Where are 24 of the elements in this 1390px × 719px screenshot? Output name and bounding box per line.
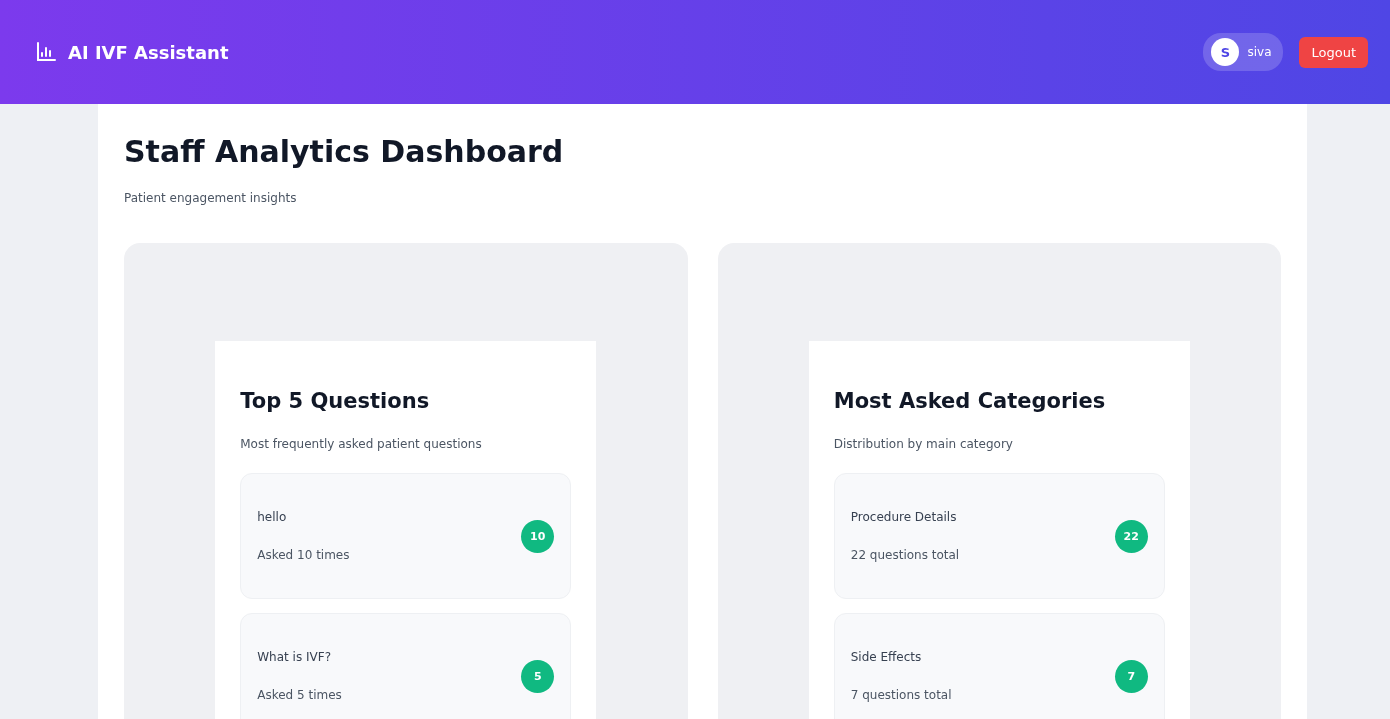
item-detail: 7 questions total <box>850 688 952 702</box>
card-subtitle: Distribution by main category <box>833 437 1014 451</box>
count-badge: 5 <box>521 659 555 693</box>
card-title: Top 5 Questions <box>240 389 431 413</box>
count-badge: 22 <box>1114 519 1148 553</box>
app-title: AI IVF Assistant <box>68 41 229 63</box>
bar-chart-icon <box>36 42 56 62</box>
card-subtitle: Most frequently asked patient questions <box>240 437 483 451</box>
user-avatar: S <box>1211 38 1240 66</box>
item-label: hello <box>257 510 288 524</box>
card-title: Most Asked Categories <box>833 389 1107 413</box>
item-detail: Asked 5 times <box>257 688 342 702</box>
item-label: Side Effects <box>850 650 923 664</box>
count-badge: 7 <box>1114 659 1148 693</box>
count-badge: 10 <box>521 519 555 553</box>
item-detail: 22 questions total <box>850 548 960 562</box>
item-detail: Asked 10 times <box>257 548 350 562</box>
page-title: Staff Analytics Dashboard <box>124 134 565 169</box>
user-menu[interactable]: S siva <box>1203 33 1284 71</box>
item-label: What is IVF? <box>257 650 332 664</box>
user-name: siva <box>1247 45 1272 59</box>
logout-button[interactable]: Logout <box>1299 36 1368 68</box>
page-subtitle: Patient engagement insights <box>124 191 298 205</box>
item-label: Procedure Details <box>850 510 958 524</box>
